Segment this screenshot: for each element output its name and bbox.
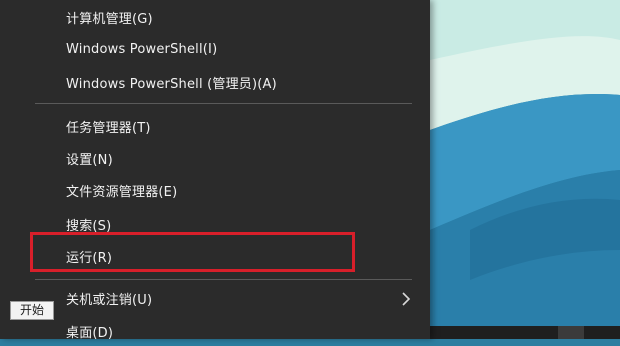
menu-item-label: 桌面(D) <box>66 325 114 341</box>
menu-item-shutdown-signout[interactable]: 关机或注销(U) <box>0 283 430 313</box>
start-tooltip: 开始 <box>10 301 54 320</box>
highlight-box <box>30 232 355 272</box>
menu-item-file-explorer[interactable]: 文件资源管理器(E) <box>0 175 430 205</box>
menu-separator <box>35 103 412 104</box>
menu-item-label: 设置(N) <box>66 152 113 168</box>
menu-item-label: Windows PowerShell(I) <box>66 41 218 57</box>
menu-item-task-manager[interactable]: 任务管理器(T) <box>0 111 430 141</box>
menu-item-powershell[interactable]: Windows PowerShell(I) <box>0 34 430 64</box>
winx-context-menu: 计算机管理(G) Windows PowerShell(I) Windows P… <box>0 0 430 341</box>
chevron-right-icon <box>402 292 411 306</box>
menu-item-settings[interactable]: 设置(N) <box>0 143 430 173</box>
menu-item-label: 任务管理器(T) <box>66 120 151 136</box>
menu-item-desktop[interactable]: 桌面(D) <box>0 316 430 346</box>
menu-item-computer-management[interactable]: 计算机管理(G) <box>0 2 430 32</box>
menu-separator <box>35 279 412 280</box>
taskbar-app-icon[interactable] <box>558 326 584 339</box>
menu-item-label: 搜索(S) <box>66 218 112 234</box>
menu-item-label: 文件资源管理器(E) <box>66 184 178 200</box>
menu-item-powershell-admin[interactable]: Windows PowerShell (管理员)(A) <box>0 67 430 97</box>
menu-item-label: 关机或注销(U) <box>66 292 153 308</box>
menu-item-label: Windows PowerShell (管理员)(A) <box>66 76 277 92</box>
menu-item-label: 计算机管理(G) <box>66 11 153 27</box>
